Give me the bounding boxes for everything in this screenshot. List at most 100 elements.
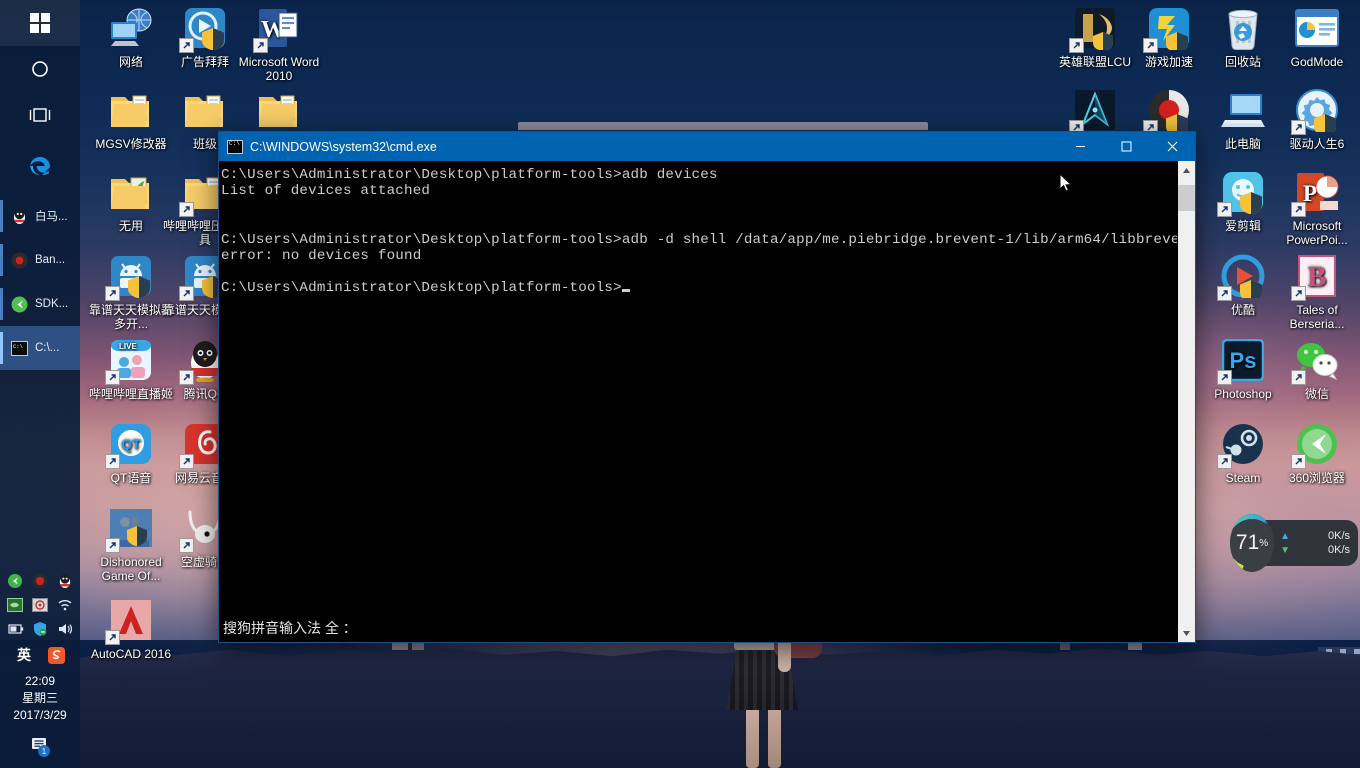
sogou-icon[interactable] (47, 646, 65, 664)
volume-icon[interactable] (56, 620, 74, 638)
tray-row (0, 569, 80, 593)
qt-icon: QT (105, 420, 155, 469)
desktop-icon-驱动人生6[interactable]: 驱动人生6 (1274, 86, 1360, 151)
desktop-icon-Microsoft Word 2010[interactable]: W Microsoft Word 2010 (236, 4, 322, 83)
background-window-edge[interactable] (518, 122, 928, 130)
shortcut-arrow-icon (179, 370, 194, 385)
edge-button[interactable] (0, 138, 80, 194)
ime-english-icon[interactable]: 英 (15, 646, 33, 664)
desktop-icon[interactable] (236, 86, 322, 137)
maximize-button[interactable] (1103, 132, 1149, 161)
wifi-icon[interactable] (56, 596, 74, 614)
desktop-icon-label: Microsoft PowerPoi... (1286, 219, 1348, 247)
nvidia-icon[interactable] (6, 596, 24, 614)
upload-speed-row: ▲ 0K/s (1280, 530, 1350, 542)
scrollbar-thumb[interactable] (1178, 185, 1195, 211)
performance-widget[interactable]: 71% ▲ 0K/s ▼ 0K/s (1230, 512, 1358, 574)
svg-text:Ps: Ps (1230, 348, 1257, 373)
action-center-button[interactable]: 1 (0, 728, 80, 762)
taskbar-task-label: SDK... (35, 298, 69, 310)
taskbar-task-cmd[interactable]: C:\ C:\... (0, 326, 80, 370)
cmd-window-title: C:\WINDOWS\system32\cmd.exe (250, 139, 437, 154)
folder-icon (107, 86, 155, 134)
shortcut-arrow-icon (1217, 286, 1232, 301)
close-button[interactable] (1149, 132, 1195, 161)
cmd-body[interactable]: C:\Users\Administrator\Desktop\platform-… (219, 161, 1195, 642)
cmd-console-output[interactable]: C:\Users\Administrator\Desktop\platform-… (219, 161, 1177, 642)
bililive-icon: LIVE (105, 336, 155, 385)
clock-weekday: 星期三 (21, 691, 58, 705)
folder-icon (181, 86, 229, 134)
tray-row (0, 617, 80, 641)
download-speed-value: 0K/s (1327, 544, 1350, 556)
gamespeed-icon (1143, 4, 1193, 53)
console-cursor (621, 289, 630, 293)
shortcut-arrow-icon (179, 454, 194, 469)
desktop-icon-Tales of Berseria...[interactable]: B Tales of Berseria... (1274, 252, 1360, 331)
console-line: C:\Users\Administrator\Desktop\platform-… (221, 231, 1177, 248)
cmd-scrollbar[interactable] (1177, 161, 1195, 642)
console-line: C:\Users\Administrator\Desktop\platform-… (221, 280, 1173, 296)
ime-status-bar[interactable]: 搜狗拼音输入法 全 ： (219, 614, 1177, 642)
desktop-icon-GodMode[interactable]: GodMode (1274, 4, 1360, 69)
taskbar-task-list: 白马... Ban... SDK... C:\ C:\... (0, 194, 80, 370)
bandicam-icon[interactable] (31, 572, 49, 590)
word-icon: W (253, 4, 303, 53)
scroll-down-arrow-icon[interactable] (1178, 624, 1195, 642)
task-view-button[interactable] (0, 92, 80, 138)
shortcut-arrow-icon (179, 538, 194, 553)
desktop-icon-AutoCAD 2016[interactable]: AutoCAD 2016 (88, 596, 174, 661)
taskbar[interactable]: 白马... Ban... SDK... C:\ C:\... 英 22:09 星… (0, 0, 80, 768)
android-icon (105, 252, 155, 301)
taskbar-task-bandicam[interactable]: Ban... (0, 238, 80, 282)
taskbar-task-qq[interactable]: 白马... (0, 194, 80, 238)
shortcut-arrow-icon (1291, 370, 1306, 385)
autocad-icon (105, 596, 155, 645)
cmd-window[interactable]: C:\WINDOWS\system32\cmd.exe C:\Users\Adm… (218, 131, 1196, 643)
system-tray[interactable]: 英 22:09 星期三 2017/3/29 1 (0, 569, 80, 768)
shortcut-arrow-icon (1143, 38, 1158, 53)
desktop-icon-360浏览器[interactable]: 360浏览器 (1274, 420, 1360, 485)
shortcut-arrow-icon (1217, 370, 1232, 385)
action-center-icon: 1 (32, 738, 50, 757)
svg-text:QT: QT (121, 436, 141, 452)
screen-icon[interactable] (31, 596, 49, 614)
desktop-icon-微信[interactable]: 微信 (1274, 336, 1360, 401)
scroll-up-arrow-icon[interactable] (1178, 161, 1195, 179)
photoshop-icon: Ps (1217, 336, 1267, 385)
cpu-usage-value: 71% (1233, 517, 1271, 569)
circle-icon (32, 61, 48, 77)
qq-icon[interactable] (56, 572, 74, 590)
taskbar-task-label: C:\... (35, 342, 60, 354)
security-shield-icon[interactable] (31, 620, 49, 638)
bandicam-icon (1143, 86, 1193, 135)
taskbar-clock[interactable]: 22:09 星期三 2017/3/29 (0, 667, 80, 728)
folder-green-icon (107, 168, 155, 216)
scrollbar-track[interactable] (1178, 179, 1195, 624)
arrow-game-icon (1069, 86, 1119, 135)
clock-time: 22:09 (24, 674, 56, 688)
windows-logo-icon (30, 13, 50, 33)
shortcut-arrow-icon (105, 538, 120, 553)
minimize-button[interactable] (1057, 132, 1103, 161)
folder-icon (255, 86, 303, 134)
desktop-icon-label: 微信 (1304, 387, 1329, 401)
360-icon (1291, 420, 1341, 469)
powerpoint-icon: P (1291, 168, 1341, 217)
computer-icon (1219, 86, 1267, 134)
360-icon[interactable] (6, 572, 24, 590)
battery-icon[interactable] (6, 620, 24, 638)
taskbar-task-360-browser[interactable]: SDK... (0, 282, 80, 326)
percent-sign: % (1259, 537, 1269, 549)
start-button[interactable] (0, 0, 80, 46)
ime-status-text: 搜狗拼音输入法 全 ： (223, 620, 357, 636)
cmd-titlebar[interactable]: C:\WINDOWS\system32\cmd.exe (219, 132, 1195, 161)
network-speeds: ▲ 0K/s ▼ 0K/s (1262, 520, 1358, 566)
aijianji-icon (1217, 168, 1267, 217)
upload-arrow-icon: ▲ (1280, 530, 1290, 542)
desktop-icon-Microsoft PowerPoi...[interactable]: P Microsoft PowerPoi... (1274, 168, 1360, 247)
mouse-cursor (1059, 173, 1073, 192)
steam-icon (1217, 420, 1267, 469)
cortana-search-button[interactable] (0, 46, 80, 92)
